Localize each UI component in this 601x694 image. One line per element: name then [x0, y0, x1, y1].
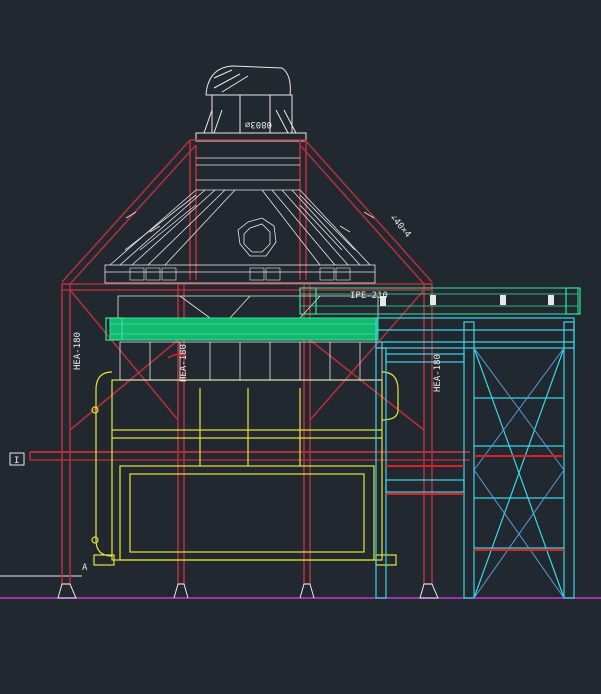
section-mark: I — [14, 456, 19, 466]
roof-crate-row — [129, 267, 351, 281]
platform-tower — [375, 317, 575, 599]
column-right-label: HEA-180 — [433, 354, 443, 392]
cad-drawing: 0803∅ ∠40×4 IPE-210 HEA-180 HEA-180 HEA-… — [0, 0, 601, 689]
column-left-label: HEA-180 — [73, 332, 83, 370]
boiler-housing — [91, 371, 399, 566]
drawing-svg: 0803∅ ∠40×4 IPE-210 HEA-180 HEA-180 HEA-… — [0, 65, 601, 599]
tower-red-beams — [386, 455, 564, 551]
point-a-label: A — [82, 563, 88, 573]
column-mid-label: HEA-180 — [179, 344, 189, 382]
top-pipe-label: 0803∅ — [244, 119, 272, 129]
roof-ducting — [104, 157, 376, 284]
column-feet — [57, 583, 439, 599]
bolt-markers — [380, 295, 554, 306]
